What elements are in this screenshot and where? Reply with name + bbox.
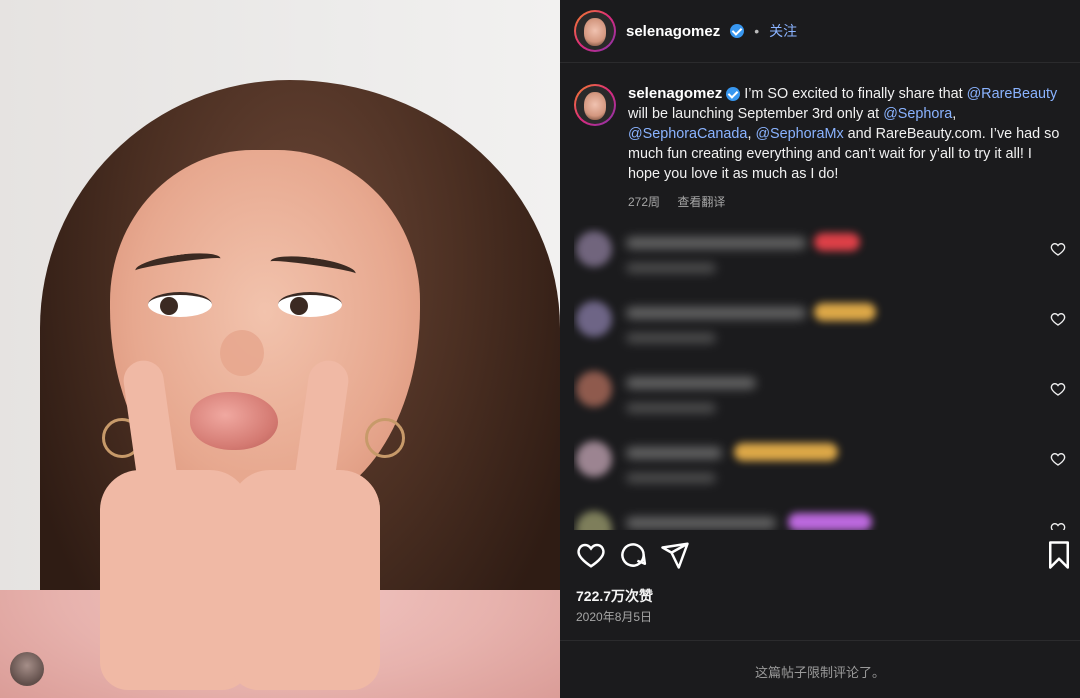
comment-text-blurred	[626, 237, 806, 249]
comment-text-blurred	[626, 517, 776, 529]
caption-author-avatar[interactable]	[574, 84, 616, 126]
caption-segment: will be launching September 3rd only at	[628, 106, 884, 122]
bookmark-icon[interactable]	[1044, 540, 1074, 570]
mention-rarebeauty[interactable]: @RareBeauty	[967, 86, 1058, 102]
caption-text: selenagomez I’m SO excited to finally sh…	[628, 84, 1066, 212]
photo-eye-left	[148, 292, 212, 317]
photo-nose	[220, 330, 264, 376]
caption-username[interactable]: selenagomez	[628, 85, 722, 102]
post-side-panel: selenagomez • 关注 selenagomez I’m SO exci…	[560, 0, 1080, 698]
author-username[interactable]: selenagomez	[626, 23, 720, 40]
instagram-post-viewer: selenagomez • 关注 selenagomez I’m SO exci…	[0, 0, 1080, 698]
verified-badge-icon	[726, 87, 741, 102]
photo-earring-right	[365, 418, 405, 458]
comment-emoji-blurred	[814, 303, 876, 321]
verified-badge-icon	[730, 24, 745, 38]
post-actions-bar	[574, 540, 1074, 574]
comment-text-blurred	[626, 307, 806, 319]
caption-block: selenagomez I’m SO excited to finally sh…	[574, 84, 1074, 212]
comment-meta-blurred	[626, 403, 716, 413]
comment-icon[interactable]	[618, 540, 648, 570]
comment-emoji-blurred	[734, 443, 838, 461]
caption-time: 272周	[628, 195, 661, 209]
follow-button[interactable]: 关注	[769, 21, 797, 41]
comment-text-blurred	[626, 377, 756, 389]
comment-like-heart-icon[interactable]	[1050, 521, 1066, 530]
comment-emoji-blurred	[788, 513, 872, 530]
list-item	[574, 225, 1074, 295]
list-item	[574, 295, 1074, 365]
author-avatar[interactable]	[574, 10, 616, 52]
comment-like-heart-icon[interactable]	[1050, 451, 1066, 467]
photo-hand-left	[100, 470, 250, 690]
caption-segment: ,	[952, 106, 957, 122]
comment-emoji-blurred	[814, 233, 860, 251]
share-icon[interactable]	[660, 540, 690, 570]
list-item	[574, 505, 1074, 530]
list-item	[574, 435, 1074, 505]
photo-lips	[190, 392, 278, 450]
comment-meta-blurred	[626, 263, 716, 273]
mention-sephoracanada[interactable]: @SephoraCanada	[628, 126, 747, 142]
comments-limited-notice: 这篇帖子限制评论了。	[754, 665, 885, 680]
comment-text-blurred	[626, 447, 722, 459]
header-separator-dot: •	[754, 23, 760, 39]
header-divider	[560, 62, 1080, 63]
post-date: 2020年8月5日	[576, 610, 653, 624]
caption-segment: I’m SO excited to finally share that	[744, 86, 967, 102]
post-header: selenagomez • 关注	[574, 10, 797, 52]
comment-meta-blurred	[626, 473, 716, 483]
comment-like-heart-icon[interactable]	[1050, 311, 1066, 327]
mention-sephora[interactable]: @Sephora	[883, 106, 952, 122]
photo-hand-right	[230, 470, 380, 690]
commenter-avatar[interactable]	[576, 371, 612, 407]
comments-list[interactable]	[574, 225, 1074, 530]
comment-like-heart-icon[interactable]	[1050, 381, 1066, 397]
corner-avatar	[10, 652, 44, 686]
commenter-avatar[interactable]	[576, 231, 612, 267]
footer-divider	[560, 640, 1080, 641]
mention-sephoramx[interactable]: @SephoraMx	[755, 126, 843, 142]
photo-eye-right	[278, 292, 342, 317]
comment-like-heart-icon[interactable]	[1050, 241, 1066, 257]
commenter-avatar[interactable]	[576, 511, 612, 530]
list-item	[574, 365, 1074, 435]
heart-icon[interactable]	[576, 540, 606, 570]
see-translation-link[interactable]: 查看翻译	[677, 195, 725, 209]
commenter-avatar[interactable]	[576, 441, 612, 477]
caption-meta: 272周 查看翻译	[628, 192, 1066, 212]
post-photo[interactable]	[0, 0, 560, 698]
commenter-avatar[interactable]	[576, 301, 612, 337]
comment-meta-blurred	[626, 333, 716, 343]
likes-count[interactable]: 722.7万次赞	[576, 586, 653, 606]
